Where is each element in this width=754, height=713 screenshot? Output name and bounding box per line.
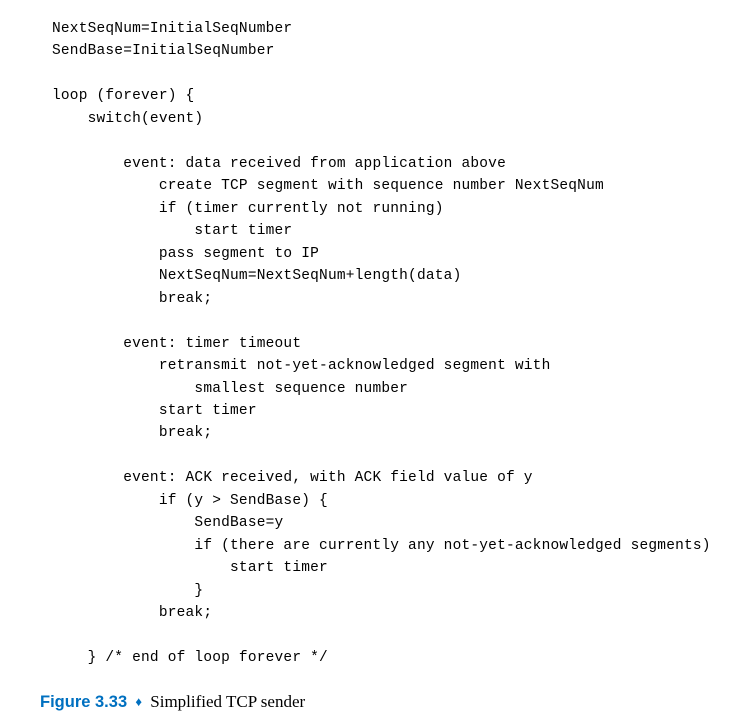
code-line: event: timer timeout	[52, 336, 301, 352]
code-line: break;	[52, 425, 212, 441]
code-line: if (timer currently not running)	[52, 201, 444, 217]
code-line: SendBase=y	[52, 515, 283, 531]
code-line: create TCP segment with sequence number …	[52, 178, 604, 194]
code-line: event: ACK received, with ACK field valu…	[52, 470, 533, 486]
code-line: start timer	[52, 403, 257, 419]
code-line: start timer	[52, 560, 328, 576]
figure-label: Figure 3.33	[40, 693, 127, 711]
code-line: retransmit not-yet-acknowledged segment …	[52, 358, 550, 374]
code-line: switch(event)	[52, 111, 203, 127]
code-line: pass segment to IP	[52, 246, 319, 262]
figure-caption: Figure 3.33 ♦ Simplified TCP sender	[0, 692, 754, 712]
code-line: break;	[52, 291, 212, 307]
code-line: break;	[52, 605, 212, 621]
figure-title: Simplified TCP sender	[150, 692, 305, 711]
code-line: NextSeqNum=NextSeqNum+length(data)	[52, 268, 461, 284]
code-line: smallest sequence number	[52, 381, 408, 397]
code-line: event: data received from application ab…	[52, 156, 506, 172]
code-line: NextSeqNum=InitialSeqNumber	[52, 21, 292, 37]
code-line: start timer	[52, 223, 292, 239]
code-line: SendBase=InitialSeqNumber	[52, 43, 275, 59]
code-line: }	[52, 583, 203, 599]
code-line: } /* end of loop forever */	[52, 650, 328, 666]
code-line: loop (forever) {	[52, 88, 194, 104]
pseudocode-block: NextSeqNum=InitialSeqNumber SendBase=Ini…	[0, 18, 754, 670]
diamond-icon: ♦	[131, 694, 146, 709]
code-line: if (y > SendBase) {	[52, 493, 328, 509]
code-line: if (there are currently any not-yet-ackn…	[52, 538, 711, 554]
